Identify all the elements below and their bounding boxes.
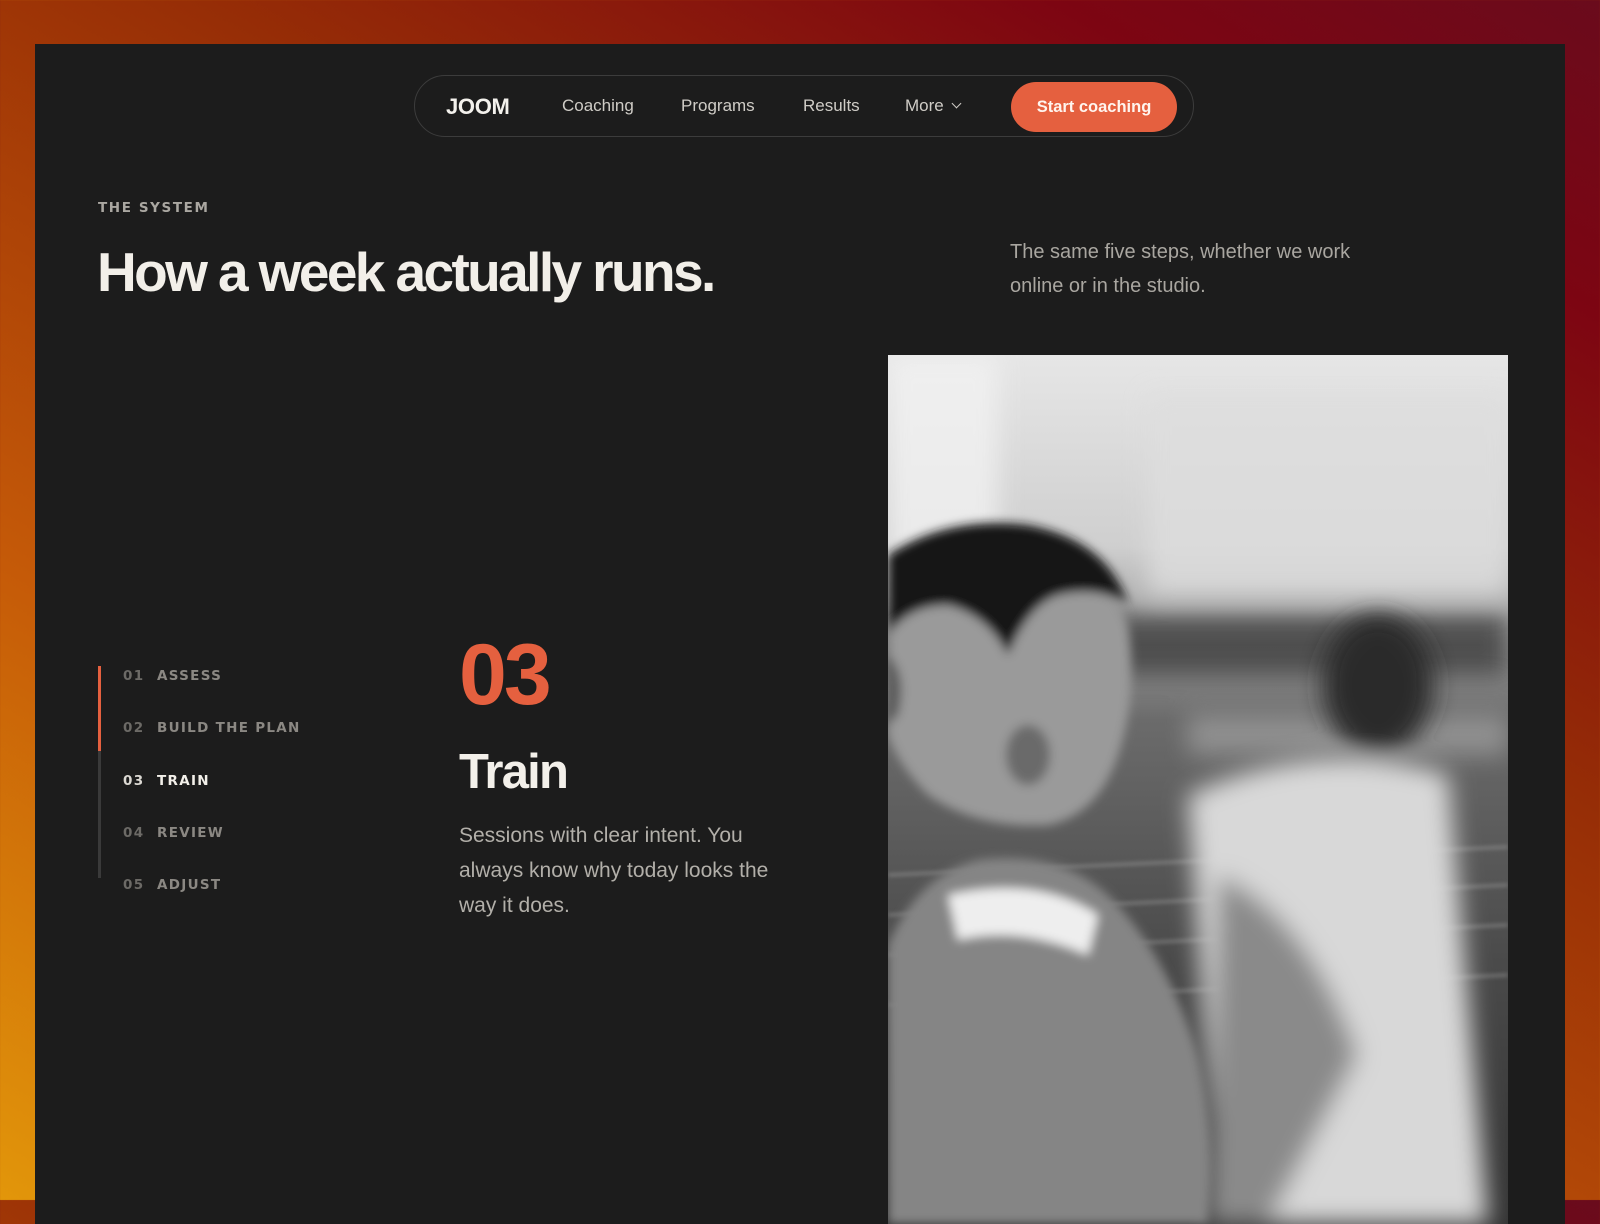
runners-photo <box>888 355 1508 1224</box>
step-label: TRAIN <box>157 773 210 789</box>
active-step-number: 03 <box>459 627 552 723</box>
step-number: 03 <box>123 773 145 789</box>
page-frame: JOOM Coaching Programs Results More Star… <box>35 44 1565 1224</box>
step-adjust[interactable]: 05 ADJUST <box>123 875 221 895</box>
step-label: BUILD THE PLAN <box>157 720 301 736</box>
nav-link-results[interactable]: Results <box>803 96 860 116</box>
step-assess[interactable]: 01 ASSESS <box>123 666 222 686</box>
active-step-description: Sessions with clear intent. You always k… <box>459 824 769 917</box>
top-nav: JOOM Coaching Programs Results More Star… <box>414 75 1194 137</box>
active-step-title: Train <box>459 745 569 799</box>
step-number: 04 <box>123 825 145 841</box>
runners-photo-art <box>888 355 1508 1224</box>
step-review[interactable]: 04 REVIEW <box>123 823 224 843</box>
chevron-down-icon <box>951 98 962 109</box>
step-label: ASSESS <box>157 668 223 684</box>
page-headline: How a week actually runs. <box>97 241 716 303</box>
steps-list: 01 ASSESS 02 BUILD THE PLAN 03 TRAIN 04 … <box>98 666 338 893</box>
step-build-the-plan[interactable]: 02 BUILD THE PLAN <box>123 718 301 738</box>
progress-rail <box>98 666 101 878</box>
brand-logo[interactable]: JOOM <box>446 94 510 120</box>
nav-link-programs[interactable]: Programs <box>681 96 755 116</box>
step-number: 01 <box>123 668 145 684</box>
step-label: ADJUST <box>157 877 222 893</box>
start-coaching-button[interactable]: Start coaching <box>1011 82 1177 132</box>
nav-more-label: More <box>905 96 944 115</box>
progress-rail-fill <box>98 666 101 751</box>
step-train[interactable]: 03 TRAIN <box>123 771 210 791</box>
step-number: 05 <box>123 877 145 893</box>
nav-link-coaching[interactable]: Coaching <box>562 96 634 116</box>
step-label: REVIEW <box>157 825 225 841</box>
step-number: 02 <box>123 720 145 736</box>
intro-text: The same five steps, whether we work onl… <box>1010 241 1351 297</box>
section-eyebrow: THE SYSTEM <box>98 200 210 216</box>
nav-more-menu[interactable]: More <box>905 96 962 116</box>
